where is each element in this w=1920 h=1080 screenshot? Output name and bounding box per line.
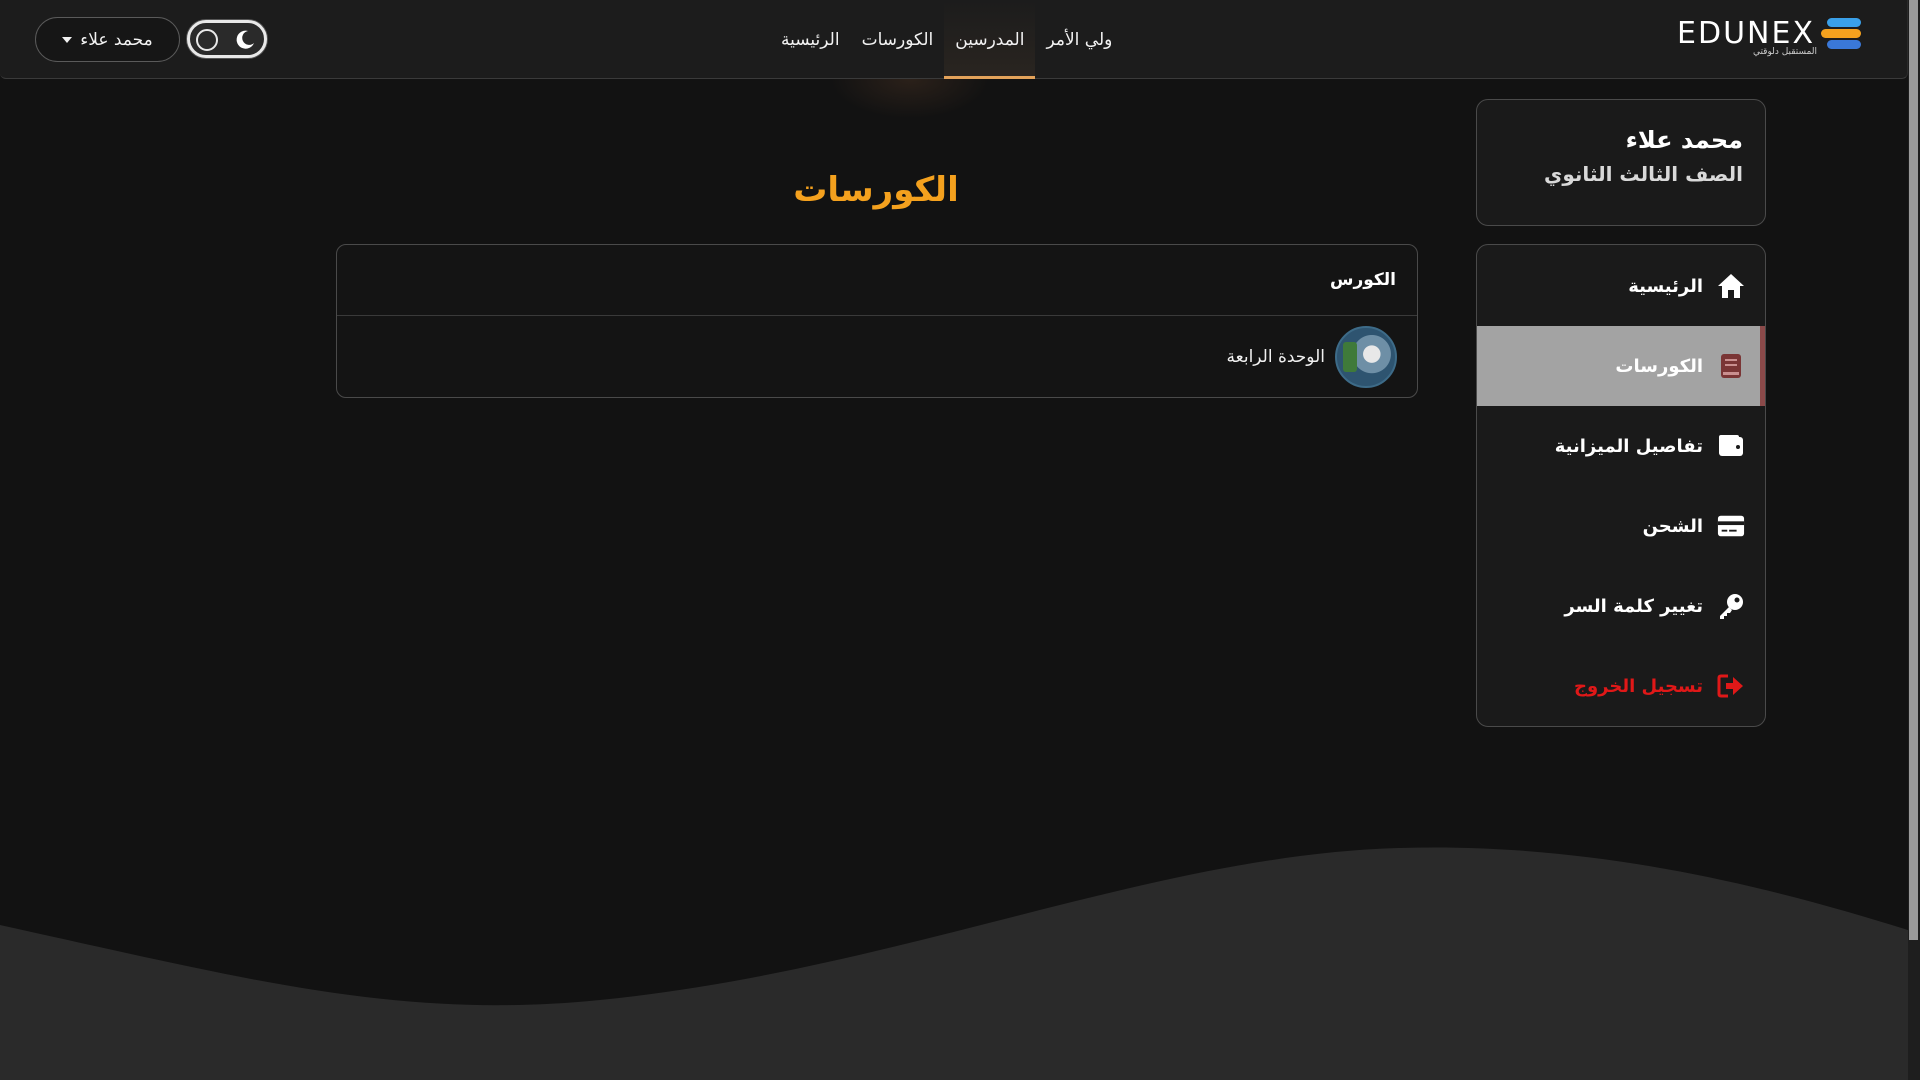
sidebar-item-courses[interactable]: الكورسات [1477,326,1765,406]
sidebar-item-label: الرئيسية [1628,275,1703,297]
scrollbar-thumb[interactable] [1909,0,1918,940]
sidebar-item-budget[interactable]: تفاصيل الميزانية [1477,406,1765,486]
logo-tagline: المستقبل دلوقتي [1752,47,1817,57]
sidebar-item-label: الشحن [1642,515,1703,537]
sidebar-item-label: تسجيل الخروج [1574,675,1703,697]
logo-text: EDUNEX [1677,16,1815,51]
top-navbar: EDUNEX المستقبل دلوقتي الرئيسية الكورسات… [0,0,1908,79]
background-wave [0,847,1908,1080]
user-menu-button[interactable]: محمد علاء [35,17,180,62]
user-menu-label: محمد علاء [80,29,153,50]
sidebar-item-label: تفاصيل الميزانية [1554,435,1703,457]
course-thumbnail [1335,326,1397,388]
logo-mark-icon [1821,18,1861,54]
course-name: الوحدة الرابعة [1226,347,1325,367]
nav-links: الرئيسية الكورسات المدرسين ولي الأمر [770,0,1123,79]
book-icon [1717,352,1745,380]
nav-link-teachers[interactable]: المدرسين [944,0,1036,79]
nav-active-glow [830,79,990,119]
sidebar-item-home[interactable]: الرئيسية [1477,246,1765,326]
courses-table: الكورس الوحدة الرابعة [336,244,1418,398]
profile-card: محمد علاء الصف الثالث الثانوي [1476,99,1766,226]
logo[interactable]: EDUNEX المستقبل دلوقتي [1671,16,1861,60]
page-title: الكورسات [793,170,959,210]
table-row[interactable]: الوحدة الرابعة [337,316,1417,397]
sidebar-item-charge[interactable]: الشحن [1477,486,1765,566]
key-icon [1717,592,1745,620]
caret-down-icon [62,36,73,43]
nav-link-courses[interactable]: الكورسات [851,0,945,79]
theme-toggle[interactable] [187,20,267,58]
profile-name: محمد علاء [1625,126,1743,154]
table-header: الكورس [337,245,1417,316]
home-icon [1717,272,1745,300]
sidebar-item-label: الكورسات [1615,355,1703,377]
scrollbar[interactable] [1908,0,1920,1080]
circle-icon [196,29,218,51]
nav-link-home[interactable]: الرئيسية [770,0,851,79]
sidebar-item-logout[interactable]: تسجيل الخروج [1477,646,1765,726]
profile-grade: الصف الثالث الثانوي [1544,162,1743,186]
sidebar-menu: الرئيسية الكورسات تفاصيل الميزانية الشحن… [1476,244,1766,727]
sidebar-item-change-password[interactable]: تغيير كلمة السر [1477,566,1765,646]
logout-icon [1717,672,1745,700]
credit-card-icon [1717,512,1745,540]
wallet-icon [1717,432,1745,460]
moon-icon [236,30,254,49]
sidebar-item-label: تغيير كلمة السر [1564,595,1703,617]
nav-link-parent[interactable]: ولي الأمر [1035,0,1123,79]
